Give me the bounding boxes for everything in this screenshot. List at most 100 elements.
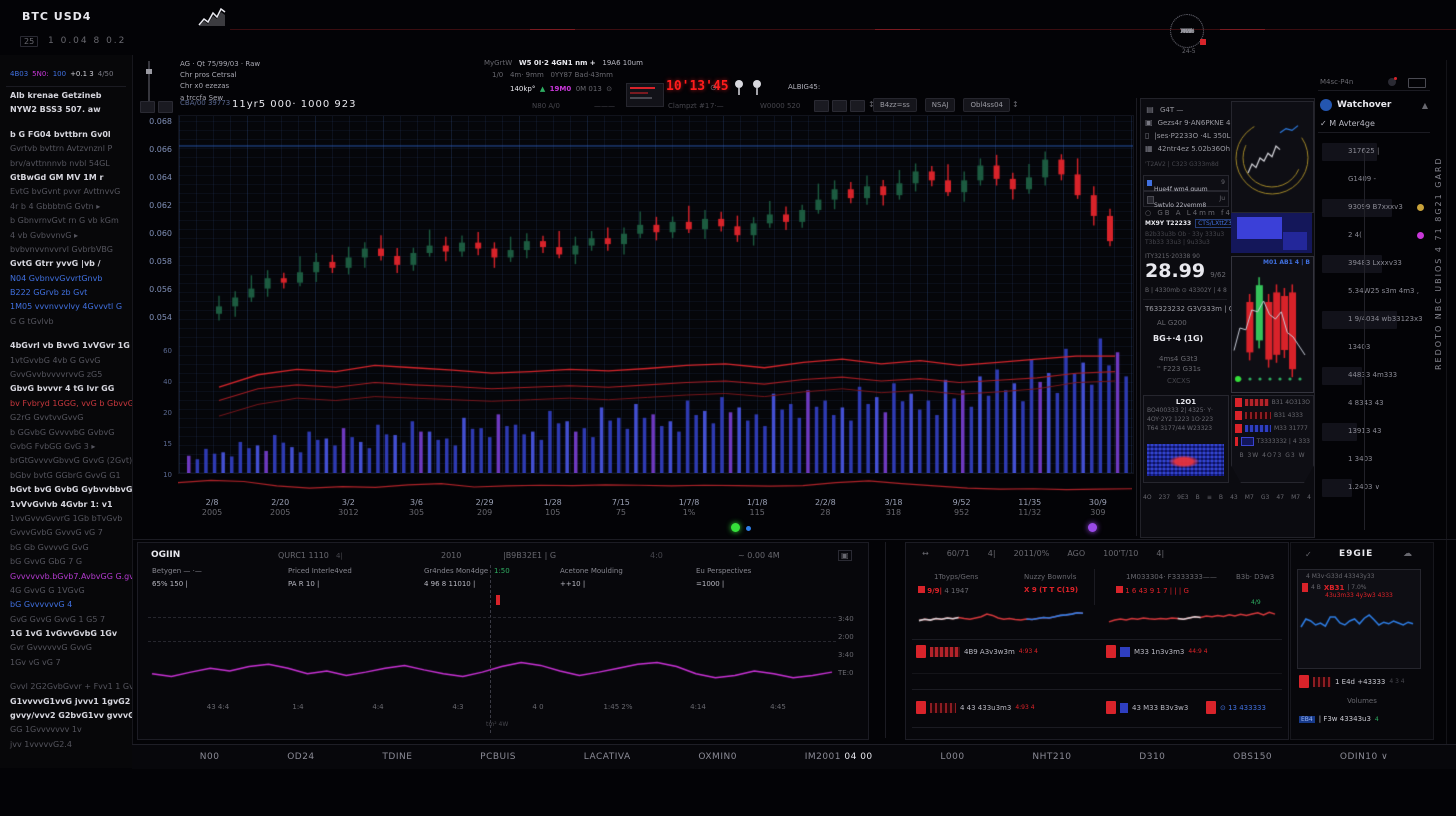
camera-icon[interactable]: ⊙ [606, 85, 612, 93]
sidebar-line[interactable]: 1G 1vG 1vGvvGvbG 1Gv [0, 627, 132, 641]
sidebar-line[interactable]: jvv 1vvvvvG2.4 [0, 738, 132, 752]
footer-icon[interactable]: ≡ [1207, 494, 1212, 501]
menu-item[interactable]: TDINE [382, 752, 412, 762]
signal-row[interactable]: T3333332 | 4 333 [1232, 435, 1313, 448]
summary-row-1[interactable]: 1 E4d +43333 4 3 4 [1299, 675, 1405, 688]
sidebar-line[interactable]: GvvGvvbvvvvrvvG zG5 [0, 368, 132, 382]
sidebar-line[interactable]: bG GvvvvvvG 4 [0, 598, 132, 612]
mid-row-1b[interactable]: M33 1n3v3m3 44:9 4 [1106, 645, 1208, 658]
watchlist-row[interactable]: 1 9/4034 wb33123x3 [1322, 311, 1426, 329]
menu-item[interactable]: D310 [1139, 752, 1165, 762]
period-chip[interactable]: 25 [20, 36, 38, 47]
mid-row-1a[interactable]: 4B9 A3v3w3m 4:93 4 [916, 645, 1038, 658]
dial-gauge[interactable]: 4.7 [1170, 14, 1204, 48]
sidebar-ticker[interactable]: 4B035N0:100+0.1 34/50 [0, 55, 132, 84]
menu-item[interactable]: ODIN10 ∨ [1340, 752, 1388, 762]
sidebar-line[interactable] [0, 118, 132, 128]
axis-slider-icon[interactable] [144, 61, 154, 103]
footer-icon[interactable]: 9E3 [1177, 494, 1188, 501]
refresh-label[interactable]: 2010 [441, 551, 461, 560]
sector-header-item[interactable]: 60/71 [947, 549, 970, 558]
marker-dot-blue[interactable] [746, 526, 751, 531]
footer-icon[interactable]: 237 [1159, 494, 1170, 501]
footer-icon[interactable]: M7 [1291, 494, 1300, 501]
tool-button[interactable] [814, 100, 829, 112]
signal-row[interactable]: M33 31777 [1232, 422, 1313, 435]
sidebar-line[interactable]: brGtGvvvvGbvvG GvvG (2Gvt) [0, 454, 132, 468]
watchlist-row[interactable]: 4 8343 43 [1322, 395, 1426, 413]
menu-item[interactable]: OBS150 [1233, 752, 1272, 762]
sidebar-line[interactable]: EvtG bvGvnt pvvr AvttnvvG [0, 185, 132, 199]
sidebar-line[interactable]: bG GvvG GbG 7 G [0, 555, 132, 569]
stepper-icon[interactable]: ↕ [1012, 100, 1019, 109]
mini-icons-row[interactable]: ○ GB A L4mm f4 [1145, 209, 1232, 217]
sidebar-line[interactable]: G2rG GvvtvvGvvG [0, 411, 132, 425]
sidebar-line[interactable]: GvbG FvbGG GvG 3 ▸ [0, 440, 132, 454]
watchlist-row[interactable]: G1409 - [1322, 171, 1426, 189]
sidebar-line[interactable] [0, 670, 132, 680]
watchlist-row[interactable]: 317625 | [1322, 143, 1426, 161]
sidebar-line[interactable]: Gvrtvb bvttrn Avtzvnznl P [0, 142, 132, 156]
footer-icon[interactable]: M7 [1245, 494, 1254, 501]
sidebar-line[interactable]: bvbvnvvnvvrvl GvbrbVBG [0, 243, 132, 257]
menu-item[interactable]: NHT210 [1032, 752, 1071, 762]
alert-row-1[interactable]: Hue4f wm4 quum9 [1143, 175, 1229, 191]
marker-dot-green[interactable] [731, 523, 740, 532]
watchlist-header[interactable]: Watchover ▲ [1318, 95, 1430, 115]
watchlist-row[interactable]: 93099 B7xxxv3 [1322, 199, 1426, 217]
action-button[interactable]: NSAJ [925, 98, 956, 112]
sidebar-line[interactable]: B222 GGrvb zb Gvt [0, 286, 132, 300]
watchlist-row[interactable]: 13913 43 [1322, 423, 1426, 441]
mid-row-2a[interactable]: 4 43 433u3m3 4:93 4 [916, 701, 1035, 714]
detail-list-item[interactable]: ▦42ntr4ez 5.02b36Oh [1141, 142, 1229, 155]
sidebar-line[interactable]: NYW2 BSS3 507. aw [0, 103, 132, 117]
sidebar-line[interactable]: 4G GvvG G 1VGvG [0, 584, 132, 598]
sidebar-line[interactable]: G G tGvlvb [0, 315, 132, 329]
scrollbar-track[interactable] [1446, 60, 1447, 760]
sidebar-line[interactable]: Gvvvvvvb.bGvb7.AvbvGG G.gv [0, 570, 132, 584]
map-pin-icon[interactable] [734, 79, 744, 95]
sector-header-item[interactable]: AGO [1067, 549, 1085, 558]
sidebar-line[interactable]: Gvvl 2G2GvbGvvr + Fvv1 1 GvG1 GGG [0, 680, 132, 694]
footer-icon[interactable]: B [1196, 494, 1200, 501]
detail-list-item[interactable]: ▯|ses·P2233O ·4L 350L [1141, 129, 1229, 142]
action-button[interactable]: B4zz=ss [873, 98, 917, 112]
sidebar-line[interactable]: Gvr GvvvvvvG GvvG [0, 641, 132, 655]
mid-row-2b[interactable]: 43 M33 B3v3w3 [1106, 701, 1188, 714]
sector-header-item[interactable]: 4| [988, 549, 996, 558]
sidebar-line[interactable]: 1vVvGvlvb 4Gvbr 1: v1 [0, 498, 132, 512]
eye-icon[interactable]: ⊙ [710, 83, 717, 92]
watchlist-row[interactable]: 1.2403 ∨ [1322, 479, 1426, 497]
check-icon[interactable]: ✓ [1305, 550, 1312, 559]
toolbar-faint-label[interactable]: Clampzt #1 [668, 102, 709, 110]
toolbar-faint-label[interactable]: N80 A/0 [532, 102, 560, 110]
sidebar-line[interactable]: GbvG bvvvr 4 tG lvr GG [0, 382, 132, 396]
detail-list-item[interactable]: ▣Gezs4r 9·AN6PKNE 4 [1141, 116, 1229, 129]
menu-item[interactable]: IM2001 04 00 [805, 752, 873, 762]
toolbar-faint-label[interactable]: 7·— [710, 102, 724, 110]
watchlist-row[interactable]: 1 3403 [1322, 451, 1426, 469]
mini-chart-icon[interactable] [198, 5, 226, 27]
sidebar-line[interactable]: 1vtGvvbG 4vb G GvvG [0, 354, 132, 368]
toolbar-faint-label[interactable]: ——— [594, 102, 615, 110]
doc-link[interactable]: CTS/LXttZ3 [1195, 219, 1235, 228]
signal-row[interactable]: B31 4333 [1232, 409, 1313, 422]
sidebar-line[interactable]: GtBwGd GM MV 1M r [0, 171, 132, 185]
menu-item[interactable]: L000 [940, 752, 964, 762]
sort-icon[interactable]: ▲ [1422, 101, 1428, 110]
cloud-icon[interactable]: ☁ [1403, 549, 1412, 559]
sidebar-line[interactable]: Alb krenae Getzineb [0, 89, 132, 103]
tool-button[interactable] [850, 100, 865, 112]
alert-row-2[interactable]: Swtvlo 22vemm8Ju [1143, 191, 1229, 207]
sidebar-line[interactable]: 1M05 vvvnvvvlvy 4Gvvvtl G [0, 300, 132, 314]
sector-header-item[interactable]: 2011/0% [1014, 549, 1050, 558]
sector-header-item[interactable]: ↔ [922, 549, 929, 558]
menu-item[interactable]: LACATIVA [584, 752, 631, 762]
marker-dot-purple[interactable] [1088, 523, 1097, 532]
sidebar-line[interactable]: 1vvGvvvGvvrG 1Gb bTvGvb [0, 512, 132, 526]
menu-item[interactable]: OXMIN0 [698, 752, 737, 762]
signal-row[interactable]: B31 4O313O [1232, 396, 1313, 409]
menu-item[interactable]: OD24 [287, 752, 314, 762]
sidebar-line[interactable]: gvvy/vvv2 G2bvG1vv gvvvG [0, 709, 132, 723]
sidebar-line[interactable]: bG Gb GvvvvG GvG [0, 541, 132, 555]
